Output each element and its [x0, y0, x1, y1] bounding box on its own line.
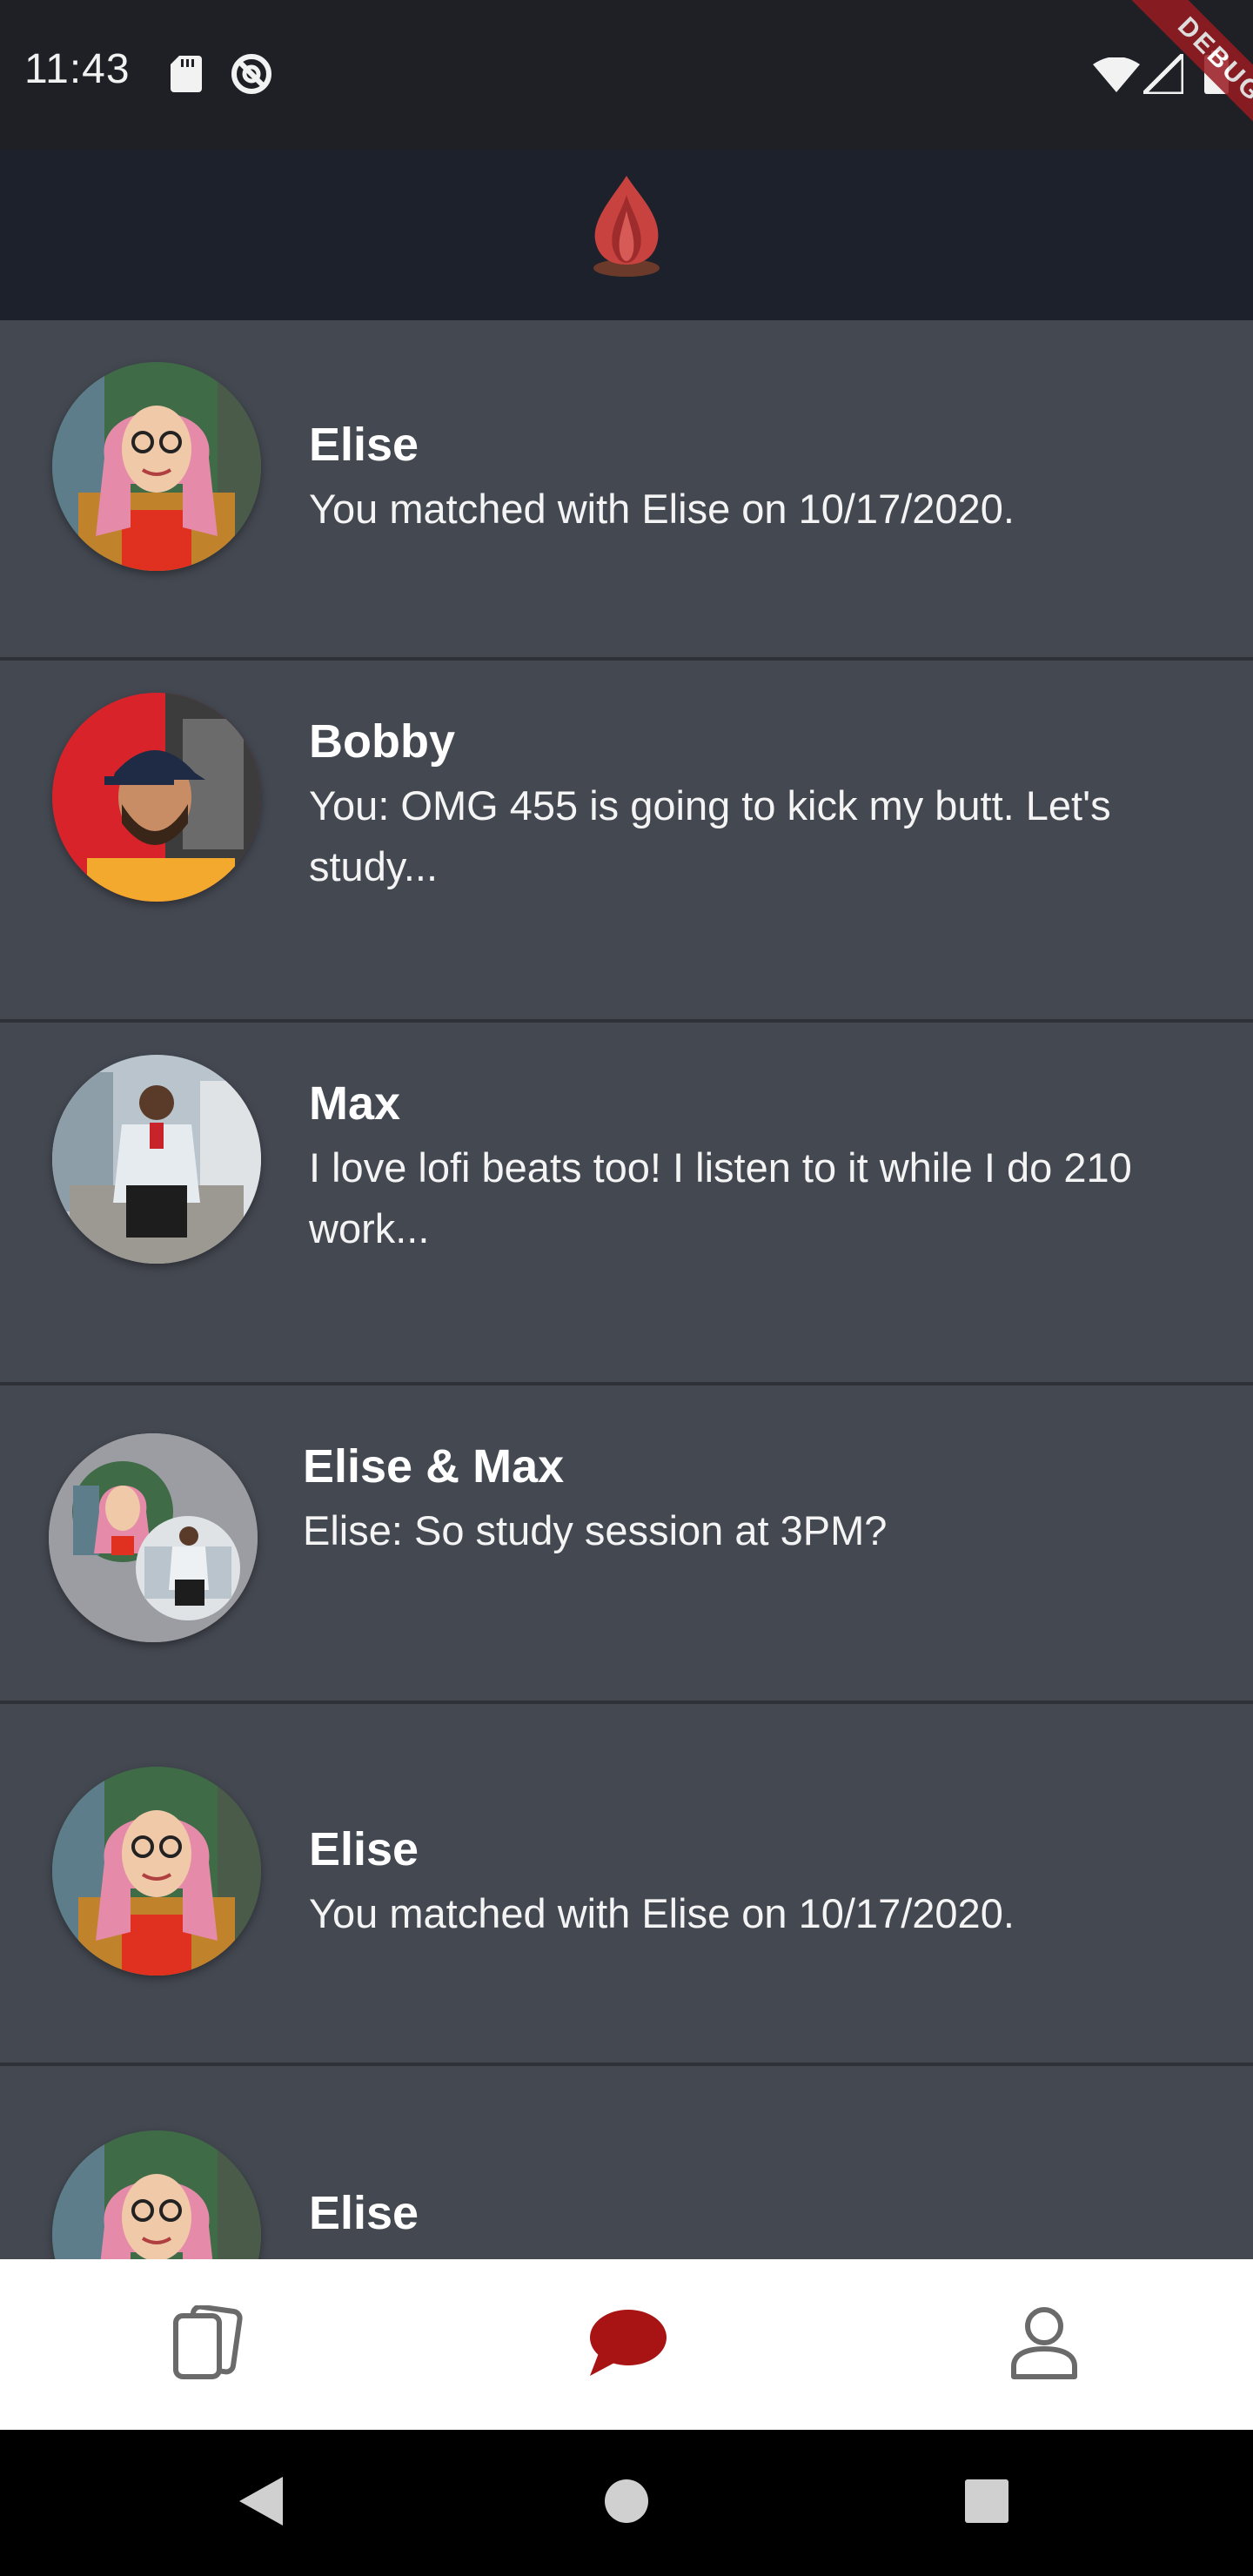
- home-icon: [603, 2478, 650, 2529]
- conversation-name: Elise: [309, 2187, 419, 2239]
- avatar: [52, 1055, 261, 1264]
- conversation-name: Bobby: [309, 715, 455, 768]
- conversation-preview: I love lofi beats too! I listen to it wh…: [309, 1144, 1132, 1251]
- bottom-nav: [0, 2259, 1253, 2430]
- conversation-name: Elise: [309, 1823, 419, 1875]
- avatar: [52, 2130, 261, 2259]
- avatar: [52, 1767, 261, 1976]
- nav-cards-tab[interactable]: [103, 2259, 312, 2430]
- conversation-row[interactable]: Bobby You: OMG 455 is going to kick my b…: [0, 661, 1253, 1023]
- recents-icon: [964, 2479, 1009, 2528]
- app-header: [0, 150, 1253, 320]
- system-recents-button[interactable]: [917, 2430, 1056, 2576]
- flame-logo-icon[interactable]: [588, 176, 665, 285]
- system-back-button[interactable]: [191, 2430, 331, 2576]
- system-home-button[interactable]: [557, 2430, 696, 2576]
- conversation-preview: You matched with Elise on 10/17/2020.: [309, 1890, 1015, 1936]
- conversation-list[interactable]: Elise You matched with Elise on 10/17/20…: [0, 320, 1253, 2259]
- back-icon: [238, 2475, 285, 2532]
- status-bar: 11:43 DEBUG: [0, 0, 1253, 173]
- conversation-name: Max: [309, 1077, 401, 1130]
- profile-icon: [1009, 2305, 1079, 2385]
- chat-bubble-icon: [586, 2308, 667, 2382]
- conversation-row[interactable]: Elise You matched with Elise on 10/17/20…: [0, 1704, 1253, 2066]
- chat-list-screen: 11:43 DEBUG Elise You matched with Elise…: [0, 0, 1253, 2576]
- conversation-name: Elise & Max: [303, 1440, 565, 1493]
- status-time: 11:43: [24, 46, 131, 92]
- system-nav-bar: [0, 2430, 1253, 2576]
- conversation-preview: You matched with Elise on 10/17/2020.: [309, 486, 1015, 532]
- cards-icon: [171, 2304, 244, 2385]
- nav-profile-tab[interactable]: [940, 2259, 1149, 2430]
- conversation-row[interactable]: Elise & Max Elise: So study session at 3…: [0, 1385, 1253, 1704]
- sd-card-icon: [171, 56, 202, 97]
- conversation-preview: Elise: So study session at 3PM?: [303, 1507, 888, 1553]
- do-not-disturb-icon: [230, 52, 273, 100]
- conversation-row[interactable]: Elise: [0, 2066, 1253, 2259]
- conversation-row[interactable]: Max I love lofi beats too! I listen to i…: [0, 1023, 1253, 1385]
- nav-chat-tab[interactable]: [522, 2259, 731, 2430]
- conversation-name: Elise: [309, 419, 419, 471]
- conversation-row[interactable]: Elise You matched with Elise on 10/17/20…: [0, 320, 1253, 661]
- avatar: [52, 693, 261, 902]
- group-avatar: [49, 1433, 258, 1642]
- avatar: [52, 362, 261, 571]
- conversation-preview: You: OMG 455 is going to kick my butt. L…: [309, 782, 1111, 889]
- debug-ribbon-label: DEBUG: [1107, 0, 1253, 173]
